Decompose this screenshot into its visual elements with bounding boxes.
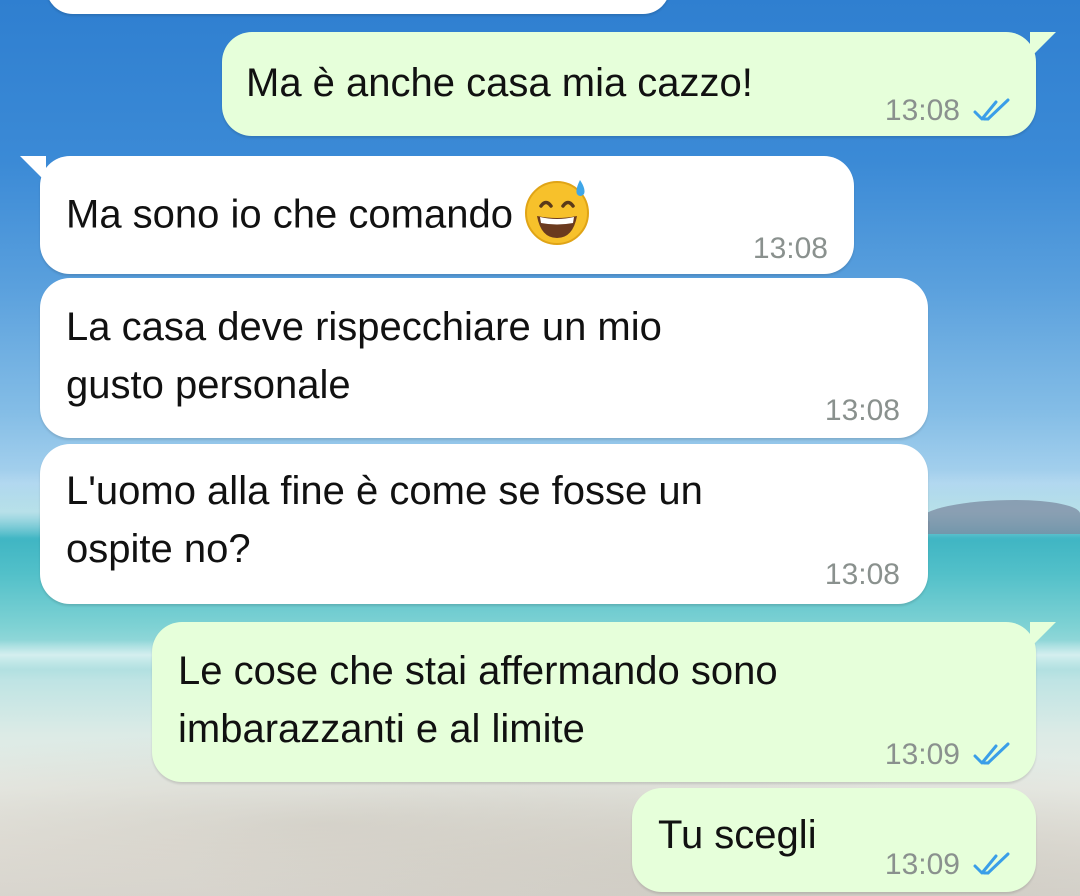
message-bubble-outgoing[interactable]: Ma è anche casa mia cazzo! 13:08 [222,32,1056,136]
message-text-line: imbarazzanti e al limite [178,707,585,751]
message-time: 13:08 [824,558,900,591]
message-text-line: gusto personale [66,363,351,407]
message-text-line: Le cose che stai affermando sono [178,649,778,693]
message-meta: 13:08 [885,82,1016,140]
message-text-line: ospite no? [66,527,251,571]
message-bubble-incoming[interactable]: L'uomo alla fine è come se fosse un ospi… [40,444,928,604]
message-text-line: L'uomo alla fine è come se fosse un [66,469,703,513]
message-text: Tu scegli [658,813,817,857]
message-time: 13:08 [752,232,828,265]
message-time: 13:08 [884,94,960,127]
double-check-read-icon [973,742,1010,765]
message-text: Ma è anche casa mia cazzo! [246,61,753,105]
message-bubble-incoming[interactable]: La casa deve rispecchiare un mio gusto p… [40,278,928,438]
message-bubble-outgoing[interactable]: Tu scegli 13:09 [632,788,1036,892]
message-text: La casa deve rispecchiare un mio gusto p… [66,298,662,414]
message-meta: 13:08 [825,546,900,604]
message-text: Ma sono io che comando [66,180,593,252]
bubble-tail [1030,622,1056,648]
message-bubble-outgoing[interactable]: Le cose che stai affermando sono imbaraz… [152,622,1056,784]
message-text-content: Ma sono io che comando [66,192,513,237]
message-meta: 13:09 [885,836,1016,894]
bubble-tail [1030,32,1056,58]
message-meta: 13:08 [753,220,828,278]
message-text: Le cose che stai affermando sono imbaraz… [178,642,778,758]
message-meta: 13:08 [825,382,900,440]
bubble-tail [20,156,46,182]
message-bubble-clipped[interactable] [46,0,670,14]
grinning-face-with-sweat-icon [524,180,589,245]
message-time: 13:08 [824,394,900,427]
message-time: 13:09 [884,738,960,771]
double-check-read-icon [973,98,1010,121]
message-time: 13:09 [884,848,960,881]
message-text: L'uomo alla fine è come se fosse un ospi… [66,462,703,578]
message-meta: 13:09 [885,726,1016,784]
message-text-line: La casa deve rispecchiare un mio [66,305,662,349]
double-check-read-icon [973,852,1010,875]
message-bubble-incoming[interactable]: Ma sono io che comando 13:08 [20,156,854,274]
